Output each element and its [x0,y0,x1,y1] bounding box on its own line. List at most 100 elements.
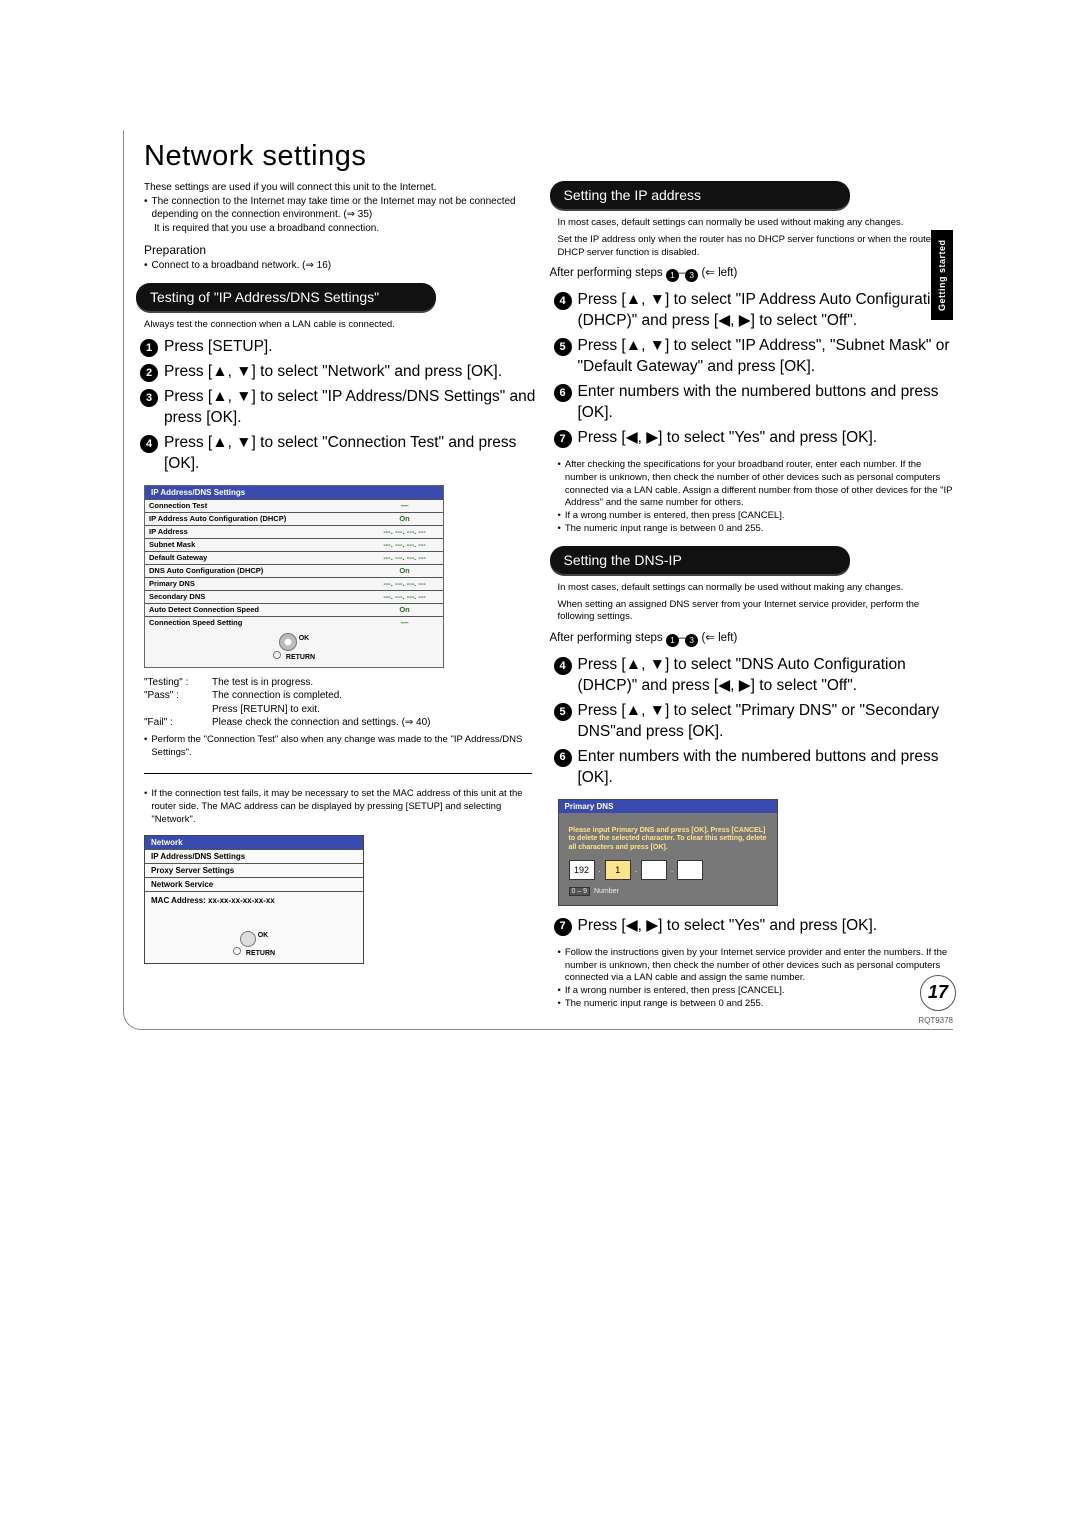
ui-row-key: IP Address Auto Configuration (DHCP) [145,512,366,525]
ui-row-val: — [366,499,443,512]
ui-row-key: Secondary DNS [145,590,366,603]
ui-row-val: ---. ---. ---. --- [366,577,443,590]
ui-row-val: ---. ---. ---. --- [366,525,443,538]
step-text: Press [▲, ▼] to select "Primary DNS" or … [578,701,954,743]
preparation-item: Connect to a broadband network. (⇒ 16) [152,259,332,273]
dns-field: 192 [569,860,595,880]
uibox-header: IP Address/DNS Settings [145,486,443,499]
section-header-ip: Setting the IP address [550,181,850,209]
step-ball-2: 2 [140,364,158,382]
dns-step7: 7Press [◀, ▶] to select "Yes" and press … [550,916,954,937]
intro-bullet: The connection to the Internet may take … [152,195,540,222]
ok-ring-icon [240,931,256,947]
page-number: 17 [920,975,956,1011]
ui-row-key: Primary DNS [145,577,366,590]
dns-field-active: 1 [605,860,631,880]
netbox-row: Proxy Server Settings [145,863,363,877]
doc-code: RQT9378 [918,1016,953,1025]
step-text: Press [▲, ▼] to select "IP Address/DNS S… [164,387,540,429]
ip-bullets: After checking the specifications for yo… [558,459,954,536]
ip-steps: 4 Press [▲, ▼] to select "IP Address Auto… [550,290,954,448]
ok-label: OK [299,635,310,642]
ui-row-key: DNS Auto Configuration (DHCP) [145,564,366,577]
dns-bullets: Follow the instructions given by your In… [558,947,954,1011]
return-label: RETURN [286,654,315,661]
step-ball-icon: 3 [685,269,698,282]
primary-dns-screenshot: Primary DNS Please input Primary DNS and… [558,799,778,906]
ok-ring-icon [279,633,297,651]
intro-subline: It is required that you use a broadband … [144,222,540,236]
def-val: The test is in progress. [212,676,313,690]
def-val: The connection is completed. [212,689,342,703]
after-text: After performing steps [550,267,663,279]
def-val: Please check the connection and settings… [212,716,431,730]
status-definitions: "Testing" :The test is in progress. "Pas… [144,676,540,730]
step-ball: 6 [554,749,572,767]
ip-bullet: The numeric input range is between 0 and… [565,523,764,536]
dns-steps: 4Press [▲, ▼] to select "DNS Auto Config… [550,655,954,789]
ok-label: OK [258,932,269,939]
section-header-dns: Setting the DNS-IP [550,546,850,574]
step-ball-icon: 3 [685,634,698,647]
step-text: Press [◀, ▶] to select "Yes" and press [… [578,916,954,937]
dns-bullet: Follow the instructions given by your In… [565,947,953,985]
page-frame: Getting started Network settings These s… [123,130,953,1030]
hint-val: Number [594,888,619,895]
dns-bullet: If a wrong number is entered, then press… [565,985,785,998]
ui-row-key: Subnet Mask [145,538,366,551]
step-text: Press [▲, ▼] to select "IP Address Auto … [578,290,954,332]
step-ball-3: 3 [140,389,158,407]
step-ball-1: 1 [140,339,158,357]
dns-note2: When setting an assigned DNS server from… [558,599,954,625]
hint-key: 0 – 9 [569,887,591,896]
netbox-row: Network Service [145,877,363,891]
ip-bullet: After checking the specifications for yo… [565,459,953,510]
return-dot-icon [273,651,281,659]
step-text: Enter numbers with the numbered buttons … [578,747,954,789]
step-ball: 4 [554,292,572,310]
def-key: "Fail" : [144,716,212,730]
netbox-header: Network [145,836,363,849]
ip-bullet: If a wrong number is entered, then press… [565,510,785,523]
after-text: After performing steps [550,632,663,644]
netbox-mac: MAC Address: xx-xx-xx-xx-xx-xx [145,891,363,927]
return-dot-icon [233,947,241,955]
ui-row-val: ---. ---. ---. --- [366,538,443,551]
step-text: Press [▲, ▼] to select "Network" and pre… [164,362,540,383]
step-text: Press [▲, ▼] to select "Connection Test"… [164,433,540,475]
ui-row-key: Auto Detect Connection Speed [145,603,366,616]
dnsbox-header: Primary DNS [559,800,777,813]
dns-settings-screenshot: IP Address/DNS Settings Connection Test—… [144,485,444,668]
ui-row-val: On [366,512,443,525]
ui-row-val: On [366,603,443,616]
ui-row-val: ---. ---. ---. --- [366,590,443,603]
step-text: Press [◀, ▶] to select "Yes" and press [… [578,428,954,449]
ip-note2: Set the IP address only when the router … [558,234,954,260]
ui-row-val: ---. ---. ---. --- [366,551,443,564]
after-tail: (⇐ left) [701,267,737,279]
step-ball-icon: 1 [666,269,679,282]
side-tab: Getting started [931,230,953,320]
ui-row-key: Connection Test [145,499,366,512]
step-ball: 5 [554,338,572,356]
testing-steps: 1 Press [SETUP]. 2 Press [▲, ▼] to select … [136,337,540,475]
dns-field [641,860,667,880]
intro-line: These settings are used if you will conn… [144,181,540,195]
after-performing-ip: After performing steps 1–3 (⇐ left) [550,265,954,282]
step-text: Enter numbers with the numbered buttons … [578,382,954,424]
dnsbox-msg: Please input Primary DNS and press [OK].… [569,827,767,852]
step-text: Press [SETUP]. [164,337,540,358]
after-performing-dns: After performing steps 1–3 (⇐ left) [550,630,954,647]
divider [144,773,532,774]
right-column: Setting the IP address In most cases, de… [550,181,954,1015]
def-key: "Pass" : [144,689,212,703]
def-key: "Testing" : [144,676,212,690]
step-ball: 7 [554,430,572,448]
network-menu-screenshot: Network IP Address/DNS Settings Proxy Se… [144,835,364,964]
page-title: Network settings [136,140,953,173]
ui-row-val: On [366,564,443,577]
left-column: These settings are used if you will conn… [136,181,540,1015]
ui-row-val: — [366,616,443,629]
dns-bullet: The numeric input range is between 0 and… [565,998,764,1011]
testing-bullet: Perform the "Connection Test" also when … [151,734,539,760]
